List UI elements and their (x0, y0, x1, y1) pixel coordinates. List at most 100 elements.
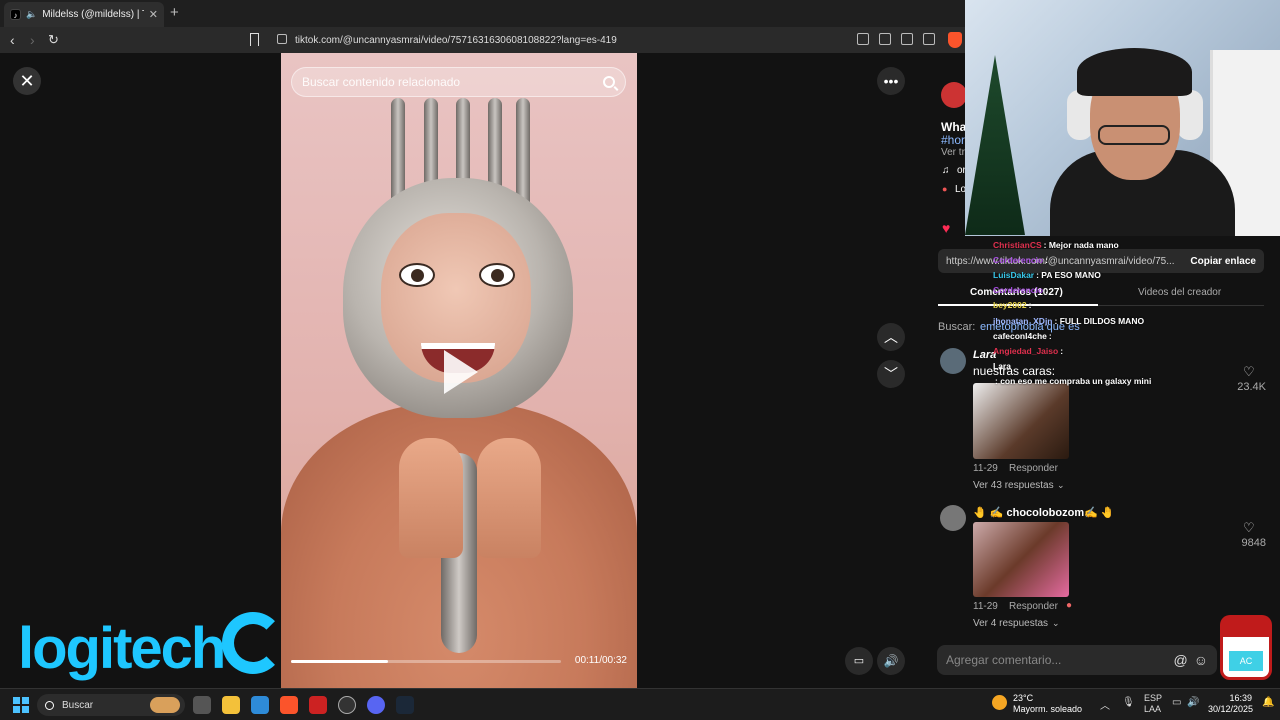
network-icon[interactable]: ▭ (1172, 697, 1181, 708)
hashtag-text[interactable]: #hor (941, 133, 965, 147)
volume-icon[interactable]: 🔊 (877, 647, 905, 675)
chat-message: ChristianCS: Mejor nada mano (993, 237, 1273, 252)
chat-text: : (1048, 330, 1052, 341)
chat-username: Corderencio (993, 254, 1044, 265)
new-tab-icon[interactable]: + (170, 4, 179, 21)
voice-mixer-icon[interactable] (309, 696, 327, 714)
share-icon[interactable] (923, 33, 935, 45)
related-search-placeholder: Buscar contenido relacionado (302, 75, 461, 89)
streamer-glasses (1098, 125, 1170, 145)
comment-gif[interactable] (973, 522, 1069, 597)
chat-text: : (1060, 345, 1064, 356)
weather-icon (992, 695, 1007, 710)
chat-text: : Mejor nada mano (1043, 239, 1119, 250)
comment-gif[interactable] (973, 383, 1069, 459)
like-heart-icon[interactable]: ♥ (942, 220, 950, 236)
brave-shield-icon[interactable] (948, 32, 962, 48)
christmas-tree-image (965, 55, 1025, 235)
site-info-icon[interactable] (277, 34, 287, 44)
chevron-down-icon: ⌄ (1057, 480, 1065, 490)
video-progress-bar[interactable] (291, 660, 561, 663)
browser-tab-bar: ♪ 🔈 Mildelss (@mildelss) | TikTok ✕ + (0, 0, 965, 27)
more-options-button[interactable]: ••• (877, 67, 905, 95)
weather-widget[interactable]: 23°C Mayorm. soleado (992, 693, 1082, 715)
creator-liked-icon: ● (1066, 600, 1073, 611)
chat-username: bey2002 (993, 300, 1027, 311)
comment-avatar[interactable] (940, 505, 966, 531)
cast-icon[interactable] (879, 33, 891, 45)
chat-message: : con eso me compraba un galaxy mini (993, 374, 1273, 389)
mascot-logo: AC (1220, 615, 1272, 680)
close-video-button[interactable]: ✕ (13, 67, 41, 95)
eye-left (399, 263, 435, 287)
comment-avatar[interactable] (940, 348, 966, 374)
chat-username: ChristianCS (993, 239, 1042, 250)
search-icon[interactable] (603, 76, 615, 88)
notification-icon[interactable]: 🔔 (1262, 697, 1274, 708)
video-time: 00:11/00:32 (574, 655, 627, 666)
file-explorer-icon[interactable] (222, 696, 240, 714)
reply-button[interactable]: Responder (1009, 601, 1058, 612)
logitech-logo: logitech (18, 616, 226, 681)
store-icon[interactable] (251, 696, 269, 714)
fork-tine (516, 98, 530, 208)
emoji-icon[interactable]: ☺ (1194, 652, 1208, 668)
comment-user[interactable]: 🤚 ✍️ chocolobozom✍️ 🤚 (973, 506, 1115, 519)
browser-tab[interactable]: ♪ 🔈 Mildelss (@mildelss) | TikTok ✕ (4, 2, 164, 27)
pip-icon[interactable]: ▭ (845, 647, 873, 675)
windows-start-icon[interactable] (13, 697, 29, 713)
back-icon[interactable]: ‹ (10, 32, 15, 48)
task-view-icon[interactable] (193, 696, 211, 714)
location-icon: ● (942, 184, 948, 194)
translate-icon[interactable] (901, 33, 913, 45)
add-comment-input[interactable]: Agregar comentario... @ ☺ (937, 645, 1217, 675)
reply-button[interactable]: Responder (1009, 463, 1058, 474)
view-replies-link[interactable]: Ver 4 respuestas (973, 618, 1048, 629)
weather-desc: Mayorm. soleado (1013, 704, 1083, 714)
stream-chat: ChristianCS: Mejor nada mano Corderencio:… (993, 237, 1273, 389)
video-player[interactable]: Buscar contenido relacionado 00:11/00:32 (281, 53, 637, 688)
forward-icon[interactable]: › (30, 32, 35, 48)
chat-message: Angiedad_Jaiso: (993, 343, 1273, 358)
media-icon[interactable] (857, 33, 869, 45)
see-translation-link[interactable]: Ver tr (941, 147, 965, 158)
comment-date: 11-29 (973, 463, 998, 474)
language-indicator[interactable]: ESP LAA (1144, 693, 1162, 715)
view-replies-link[interactable]: Ver 43 respuestas (973, 480, 1054, 491)
discord-icon[interactable] (367, 696, 385, 714)
chat-text: : con eso me compraba un galaxy mini (995, 376, 1152, 387)
previous-video-button[interactable]: ︿ (877, 323, 905, 351)
related-search-bar[interactable]: Buscar contenido relacionado (291, 67, 626, 97)
reload-icon[interactable]: ↻ (48, 32, 59, 48)
chat-text: : FULL DILDOS MANO (1054, 315, 1145, 326)
chat-message: jhonatan_XDjn: FULL DILDOS MANO (993, 313, 1273, 328)
chat-message: cafeconl4che: (993, 328, 1273, 343)
play-icon[interactable] (444, 350, 478, 394)
chat-text: : (1028, 300, 1032, 311)
speaker-icon[interactable]: 🔈 (26, 9, 37, 20)
add-comment-placeholder: Agregar comentario... (946, 653, 1062, 667)
webcam-overlay (965, 0, 1280, 236)
comment-like-count: 9848 (1241, 537, 1266, 549)
next-video-button[interactable]: ﹀ (877, 360, 905, 388)
chat-username: LuisDakar (993, 269, 1035, 280)
weather-temp: 23°C (1013, 693, 1034, 703)
show-hidden-icons-icon[interactable]: ︿ (1100, 697, 1110, 712)
brave-app-icon[interactable] (280, 696, 298, 714)
headphone-right (1177, 90, 1203, 140)
taskbar-clock[interactable]: 16:39 30/12/2025 (1208, 693, 1253, 715)
volume-tray-icon[interactable]: 🔊 (1187, 697, 1199, 708)
tab-close-icon[interactable]: ✕ (149, 8, 158, 21)
mention-icon[interactable]: @ (1173, 652, 1187, 668)
microphone-icon[interactable]: 🎙 (1122, 697, 1135, 708)
creator-avatar[interactable] (941, 82, 967, 108)
chat-message: LuisDakar: PA ESO MANO (993, 267, 1273, 282)
bookmark-icon[interactable] (250, 33, 259, 46)
address-bar: ‹ › ↻ tiktok.com/@uncannyasmrai/video/75… (0, 27, 965, 53)
burger-widget-icon[interactable] (150, 697, 180, 713)
steam-icon[interactable] (396, 696, 414, 714)
obs-icon[interactable] (338, 696, 356, 714)
chat-username: Angiedad_Jaiso (993, 345, 1059, 356)
chat-username: cafeconl4che (993, 330, 1047, 341)
comment-like-icon[interactable]: ♡ (1243, 520, 1255, 536)
